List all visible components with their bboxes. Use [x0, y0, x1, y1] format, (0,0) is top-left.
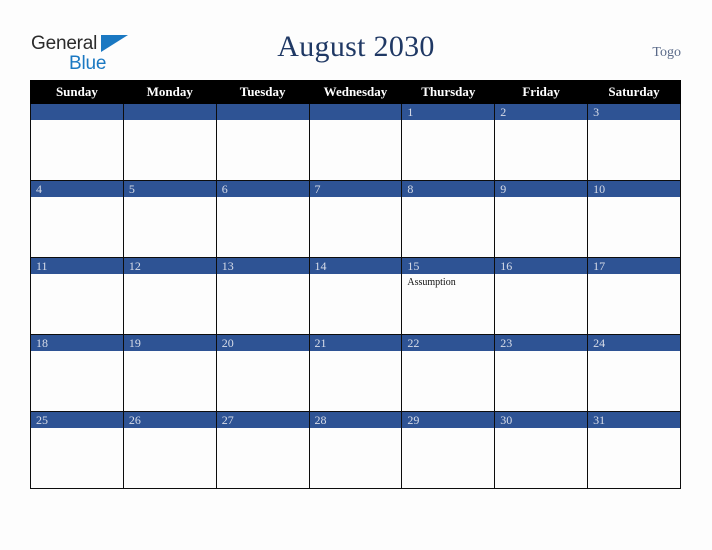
- calendar-day-cell[interactable]: 14: [308, 257, 403, 335]
- page-header: General Blue August 2030 Togo: [0, 0, 712, 80]
- calendar-day-cell[interactable]: 23: [494, 334, 589, 412]
- day-number: 12: [123, 258, 216, 274]
- weekday-header-monday: Monday: [122, 80, 217, 104]
- day-number: [309, 104, 402, 120]
- calendar-day-cell[interactable]: 3: [587, 103, 681, 181]
- day-number: 14: [309, 258, 402, 274]
- calendar-day-cell[interactable]: 24: [587, 334, 681, 412]
- calendar-day-cell[interactable]: 31: [587, 411, 681, 489]
- weekday-header-saturday: Saturday: [587, 80, 681, 104]
- calendar-body: 1 2 3 4 5 6 7 8 9 10 11 12 13 14 15 Assumption 16 17 18 19 2…: [30, 103, 681, 489]
- calendar-day-cell[interactable]: 30: [494, 411, 589, 489]
- calendar-day-cell[interactable]: 4: [30, 180, 124, 258]
- day-number: 22: [402, 335, 495, 351]
- day-number: 2: [495, 104, 588, 120]
- calendar-day-cell[interactable]: 17: [587, 257, 681, 335]
- day-number: [123, 104, 216, 120]
- day-number: 11: [31, 258, 123, 274]
- calendar-day-cell[interactable]: 11: [30, 257, 124, 335]
- calendar-week-row: 4 5 6 7 8 9 10: [30, 180, 681, 258]
- calendar-week-row: 123: [30, 103, 681, 181]
- weekday-header-wednesday: Wednesday: [308, 80, 403, 104]
- calendar-empty-cell[interactable]: [122, 103, 217, 181]
- calendar-grid: Sunday Monday Tuesday Wednesday Thursday…: [30, 80, 681, 489]
- day-number: 8: [402, 181, 495, 197]
- day-number: [31, 104, 123, 120]
- calendar-day-cell[interactable]: 5: [122, 180, 217, 258]
- day-events: Assumption: [402, 274, 494, 289]
- weekday-header-tuesday: Tuesday: [215, 80, 310, 104]
- day-number: 18: [31, 335, 123, 351]
- calendar-day-cell[interactable]: 16: [494, 257, 589, 335]
- day-number: 24: [588, 335, 680, 351]
- calendar-day-cell[interactable]: 7: [308, 180, 403, 258]
- calendar-day-cell[interactable]: 28: [308, 411, 403, 489]
- day-number: 20: [216, 335, 309, 351]
- calendar-day-cell[interactable]: 21: [308, 334, 403, 412]
- calendar-day-cell[interactable]: 10: [587, 180, 681, 258]
- day-number: 4: [31, 181, 123, 197]
- day-number: 3: [588, 104, 680, 120]
- calendar-day-cell[interactable]: 13: [215, 257, 310, 335]
- day-number: 1: [402, 104, 495, 120]
- calendar-day-cell[interactable]: 27: [215, 411, 310, 489]
- calendar-empty-cell[interactable]: [215, 103, 310, 181]
- calendar-day-cell[interactable]: 19: [122, 334, 217, 412]
- calendar-page: General Blue August 2030 Togo Sunday Mon…: [0, 0, 712, 550]
- day-number: 10: [588, 181, 680, 197]
- weekday-header-friday: Friday: [494, 80, 589, 104]
- calendar-day-cell[interactable]: 1: [401, 103, 496, 181]
- day-number: 25: [31, 412, 123, 428]
- calendar-day-cell[interactable]: 9: [494, 180, 589, 258]
- day-number: 28: [309, 412, 402, 428]
- calendar-day-cell[interactable]: 20: [215, 334, 310, 412]
- calendar-day-cell[interactable]: 18: [30, 334, 124, 412]
- day-number: 19: [123, 335, 216, 351]
- calendar-day-cell[interactable]: 26: [122, 411, 217, 489]
- day-number: 6: [216, 181, 309, 197]
- day-number: 9: [495, 181, 588, 197]
- day-number: 23: [495, 335, 588, 351]
- day-number: 7: [309, 181, 402, 197]
- day-number: 16: [495, 258, 588, 274]
- day-number: 29: [402, 412, 495, 428]
- weekday-header-row: Sunday Monday Tuesday Wednesday Thursday…: [30, 80, 681, 104]
- day-number: 26: [123, 412, 216, 428]
- calendar-empty-cell[interactable]: [308, 103, 403, 181]
- calendar-day-cell[interactable]: 29: [401, 411, 496, 489]
- day-number: 27: [216, 412, 309, 428]
- calendar-day-cell[interactable]: 6: [215, 180, 310, 258]
- day-number: 30: [495, 412, 588, 428]
- calendar-day-cell[interactable]: 22: [401, 334, 496, 412]
- calendar-day-cell[interactable]: 8: [401, 180, 496, 258]
- weekday-header-sunday: Sunday: [30, 80, 124, 104]
- calendar-day-cell[interactable]: 12: [122, 257, 217, 335]
- day-number: 31: [588, 412, 680, 428]
- calendar-day-cell[interactable]: 25: [30, 411, 124, 489]
- weekday-header-thursday: Thursday: [401, 80, 496, 104]
- calendar-empty-cell[interactable]: [30, 103, 124, 181]
- calendar-day-cell[interactable]: 2: [494, 103, 589, 181]
- region-label: Togo: [652, 45, 681, 60]
- calendar-week-row: 25 26 27 28 29 30 31: [30, 411, 681, 489]
- day-number: 15: [402, 258, 495, 274]
- day-number: 13: [216, 258, 309, 274]
- day-number: 17: [588, 258, 680, 274]
- calendar-week-row: 18 19 20 21 22 23 24: [30, 334, 681, 412]
- calendar-day-cell[interactable]: 15 Assumption: [401, 257, 496, 335]
- day-number: [216, 104, 309, 120]
- day-number: 21: [309, 335, 402, 351]
- page-title: August 2030: [277, 30, 435, 63]
- day-number: 5: [123, 181, 216, 197]
- event-label: Assumption: [407, 277, 456, 288]
- calendar-week-row: 11 12 13 14 15 Assumption 16 17: [30, 257, 681, 335]
